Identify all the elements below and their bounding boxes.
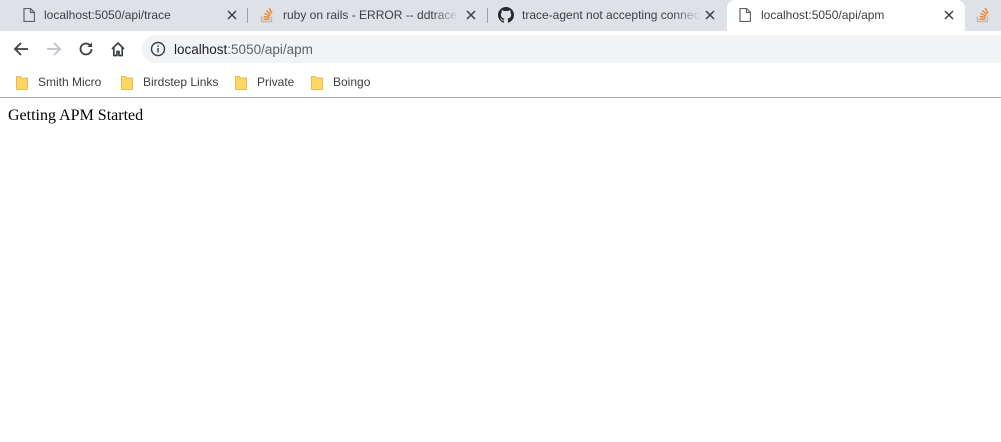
page-body-text: Getting APM Started	[8, 107, 144, 124]
forward-arrow-icon[interactable]	[43, 38, 65, 60]
tab-title: ruby on rails - ERROR -- ddtrace: [ddtra…	[283, 8, 459, 22]
github-icon	[498, 7, 514, 23]
document-icon	[737, 7, 753, 23]
document-icon	[21, 7, 37, 23]
bookmark-boingo[interactable]: Boingo	[311, 74, 370, 90]
folder-icon	[16, 75, 28, 90]
browser-toolbar: localhost:5050/api/apm	[0, 31, 1001, 67]
url-path: :5050/api/apm	[227, 42, 313, 57]
back-arrow-icon[interactable]	[10, 38, 32, 60]
bookmark-smith-micro[interactable]: Smith Micro	[16, 74, 101, 90]
bookmark-label: Birdstep Links	[143, 75, 219, 89]
bookmarks-bar: Smith Micro Birdstep Links Private Boing…	[0, 67, 1001, 98]
stackoverflow-icon	[259, 7, 275, 23]
reload-icon[interactable]	[75, 38, 97, 60]
bookmark-private[interactable]: Private	[235, 74, 294, 90]
info-icon[interactable]	[150, 41, 166, 57]
url-text[interactable]: localhost:5050/api/apm	[174, 42, 313, 58]
tab-strip: localhost:5050/api/trace ruby on rails -…	[0, 0, 1001, 31]
tab-title: trace-agent not accepting connections	[522, 8, 700, 22]
bookmark-birdstep-links[interactable]: Birdstep Links	[121, 74, 218, 90]
folder-icon	[235, 75, 247, 90]
close-icon[interactable]	[942, 8, 956, 22]
page-content: Getting APM Started	[0, 99, 1001, 442]
folder-icon	[121, 75, 133, 90]
tab-stackoverflow-partial[interactable]	[966, 0, 1001, 31]
home-icon[interactable]	[107, 38, 129, 60]
tab-title: localhost:5050/api/trace	[44, 8, 171, 22]
bookmark-label: Boingo	[333, 75, 371, 89]
tab-localhost-apm[interactable]: localhost:5050/api/apm	[727, 0, 965, 31]
address-bar[interactable]: localhost:5050/api/apm	[142, 35, 1001, 63]
close-icon[interactable]	[464, 8, 478, 22]
stackoverflow-icon	[975, 7, 991, 23]
close-icon[interactable]	[703, 8, 717, 22]
url-host: localhost	[174, 42, 228, 57]
tab-github-trace-agent[interactable]: trace-agent not accepting connections	[488, 0, 726, 31]
bookmark-label: Smith Micro	[38, 75, 102, 89]
close-icon[interactable]	[225, 8, 239, 22]
tab-ruby-on-rails[interactable]: ruby on rails - ERROR -- ddtrace: [ddtra…	[248, 0, 486, 31]
folder-icon	[311, 75, 323, 90]
tab-localhost-trace[interactable]: localhost:5050/api/trace	[0, 0, 246, 31]
bookmark-label: Private	[257, 75, 295, 89]
tab-title: localhost:5050/api/apm	[761, 8, 885, 22]
